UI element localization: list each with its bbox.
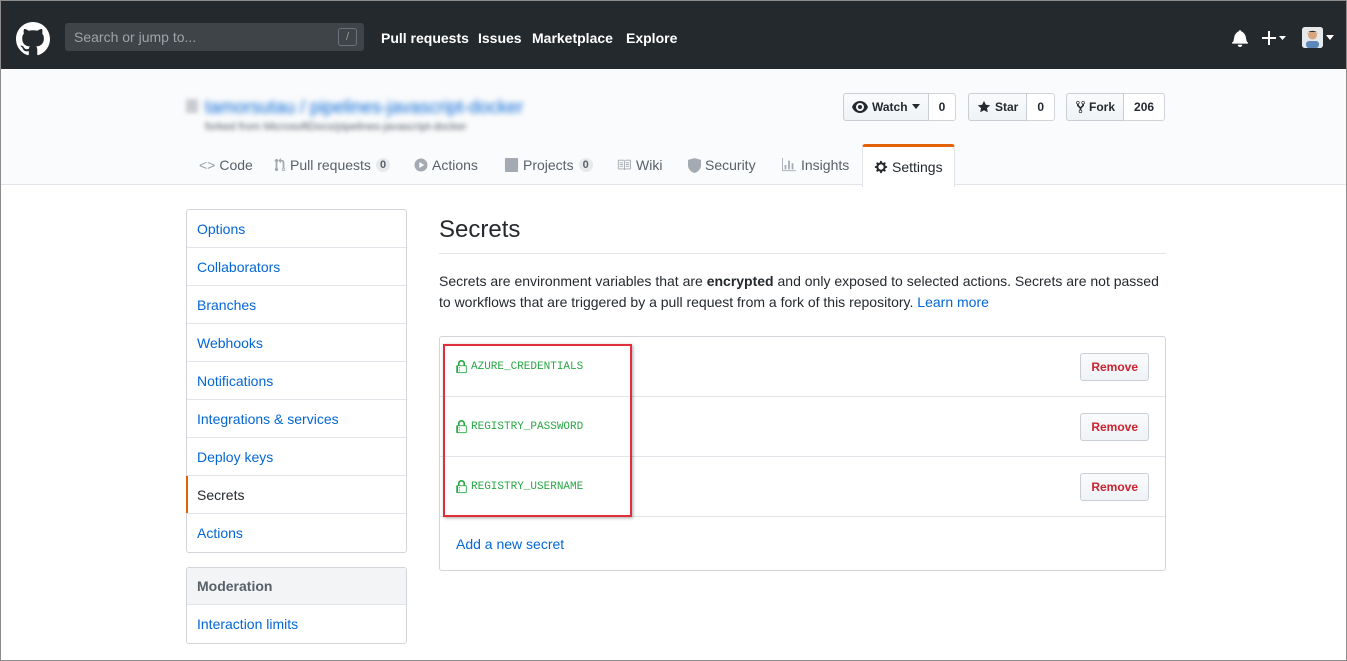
watch-group: Watch 0 xyxy=(843,93,957,121)
book-icon xyxy=(617,159,631,171)
moderation-heading: Moderation xyxy=(187,568,406,605)
menu-item-secrets[interactable]: Secrets xyxy=(186,476,406,514)
search-placeholder: Search or jump to... xyxy=(74,29,197,45)
secret-row: REGISTRY_USERNAME Remove xyxy=(440,457,1165,517)
graph-icon xyxy=(782,158,796,172)
nav-marketplace[interactable]: Marketplace xyxy=(532,30,613,46)
search-shortcut-key: / xyxy=(338,28,357,46)
shield-icon xyxy=(688,157,701,173)
nav-explore[interactable]: Explore xyxy=(626,30,677,46)
fork-count[interactable]: 206 xyxy=(1124,93,1166,121)
repo-header: tamorsutau / pipelines-javascript-docker… xyxy=(0,69,1347,187)
moderation-menu: Moderation Interaction limits xyxy=(186,567,407,644)
secret-name-text: REGISTRY_PASSWORD xyxy=(471,421,584,433)
tab-pull-requests-label: Pull requests xyxy=(290,157,371,173)
tab-actions-label: Actions xyxy=(432,157,478,173)
nav-pull-requests[interactable]: Pull requests xyxy=(381,30,469,46)
play-icon xyxy=(414,158,428,172)
watch-label: Watch xyxy=(872,100,908,114)
lock-icon xyxy=(456,360,467,374)
chevron-down-icon xyxy=(911,104,920,109)
projects-counter: 0 xyxy=(578,158,593,172)
tab-code-label: Code xyxy=(219,157,253,173)
tab-settings[interactable]: Settings xyxy=(862,144,955,187)
secret-name-text: AZURE_CREDENTIALS xyxy=(471,361,584,373)
search-input[interactable]: Search or jump to... / xyxy=(65,23,364,51)
star-label: Star xyxy=(995,100,1019,114)
desc-bold: encrypted xyxy=(706,273,774,289)
secret-name: AZURE_CREDENTIALS xyxy=(456,360,583,374)
bell-icon[interactable] xyxy=(1232,29,1248,47)
tab-settings-label: Settings xyxy=(892,159,943,175)
secrets-description: Secrets are environment variables that a… xyxy=(439,271,1166,313)
menu-item-deploy-keys[interactable]: Deploy keys xyxy=(187,438,406,476)
star-icon xyxy=(977,100,991,113)
git-pull-request-icon xyxy=(274,158,286,172)
learn-more-link[interactable]: Learn more xyxy=(917,294,989,310)
tab-insights[interactable]: Insights xyxy=(781,144,849,186)
add-secret-link[interactable]: Add a new secret xyxy=(456,536,564,552)
fork-icon xyxy=(1076,100,1085,114)
secret-row: REGISTRY_PASSWORD Remove xyxy=(440,397,1165,457)
secret-name: REGISTRY_USERNAME xyxy=(456,480,583,494)
repo-fork-icon xyxy=(186,99,198,113)
remove-secret-button[interactable]: Remove xyxy=(1080,473,1149,501)
lock-icon xyxy=(456,420,467,434)
star-button[interactable]: Star xyxy=(968,93,1028,121)
chevron-down-icon[interactable] xyxy=(1326,35,1334,41)
tab-code[interactable]: <> Code xyxy=(199,144,253,186)
menu-item-integrations[interactable]: Integrations & services xyxy=(187,400,406,438)
tab-pull-requests[interactable]: Pull requests 0 xyxy=(274,144,391,186)
tab-projects-label: Projects xyxy=(523,157,574,173)
remove-secret-button[interactable]: Remove xyxy=(1080,353,1149,381)
global-header: Search or jump to... / Pull requests Iss… xyxy=(0,0,1347,69)
menu-item-branches[interactable]: Branches xyxy=(187,286,406,324)
secret-name-text: REGISTRY_USERNAME xyxy=(471,481,584,493)
menu-item-collaborators[interactable]: Collaborators xyxy=(187,248,406,286)
secrets-list: AZURE_CREDENTIALS Remove REGISTRY_PASSWO… xyxy=(439,336,1166,571)
secret-row: AZURE_CREDENTIALS Remove xyxy=(440,337,1165,397)
tab-wiki[interactable]: Wiki xyxy=(616,144,662,186)
menu-item-webhooks[interactable]: Webhooks xyxy=(187,324,406,362)
tab-wiki-label: Wiki xyxy=(636,157,663,173)
remove-secret-button[interactable]: Remove xyxy=(1080,413,1149,441)
menu-item-interaction-limits[interactable]: Interaction limits xyxy=(187,605,406,643)
fork-label: Fork xyxy=(1089,100,1116,114)
gear-icon xyxy=(874,160,888,174)
fork-button[interactable]: Fork xyxy=(1066,93,1125,121)
tab-insights-label: Insights xyxy=(801,157,850,173)
tab-security[interactable]: Security xyxy=(688,144,756,186)
tab-security-label: Security xyxy=(705,157,756,173)
tab-actions[interactable]: Actions xyxy=(414,144,478,186)
eye-icon xyxy=(852,101,868,113)
github-logo-icon[interactable] xyxy=(16,22,50,56)
repo-title[interactable]: tamorsutau / pipelines-javascript-docker xyxy=(205,97,523,117)
nav-issues[interactable]: Issues xyxy=(478,30,522,46)
menu-item-options[interactable]: Options xyxy=(187,210,406,248)
menu-item-actions[interactable]: Actions xyxy=(187,514,406,552)
repo-forked-from[interactable]: forked from MicrosoftDocs/pipelines-java… xyxy=(205,121,467,133)
tab-projects[interactable]: Projects 0 xyxy=(504,144,593,186)
star-count[interactable]: 0 xyxy=(1027,93,1056,121)
star-group: Star 0 xyxy=(968,93,1056,121)
menu-item-notifications[interactable]: Notifications xyxy=(187,362,406,400)
avatar-image xyxy=(1302,27,1323,48)
title-divider xyxy=(439,253,1166,254)
settings-menu: Options Collaborators Branches Webhooks … xyxy=(186,209,407,553)
plus-icon[interactable] xyxy=(1262,30,1286,46)
fork-group: Fork 206 xyxy=(1066,93,1166,121)
pull-requests-counter: 0 xyxy=(375,158,391,172)
lock-icon xyxy=(456,480,467,494)
watch-count[interactable]: 0 xyxy=(928,93,957,121)
desc-text-1: Secrets are environment variables that a… xyxy=(439,273,707,289)
project-icon xyxy=(504,158,519,172)
watch-button[interactable]: Watch xyxy=(843,93,929,121)
page-title: Secrets xyxy=(439,216,521,243)
avatar[interactable] xyxy=(1302,27,1323,48)
secret-name: REGISTRY_PASSWORD xyxy=(456,420,583,434)
code-icon: <> xyxy=(199,157,216,173)
